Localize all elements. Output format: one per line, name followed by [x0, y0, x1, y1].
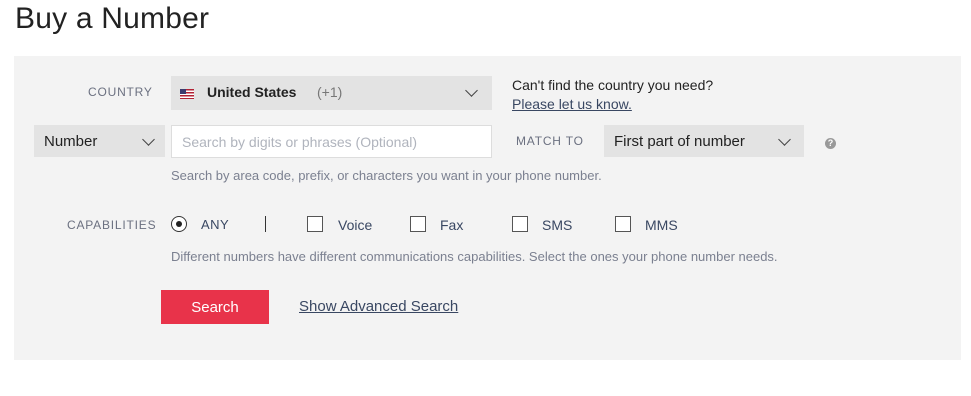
- capability-fax-label: Fax: [440, 217, 464, 233]
- capability-voice-checkbox[interactable]: [307, 216, 323, 232]
- page-title: Buy a Number: [15, 2, 210, 35]
- us-flag-icon: [180, 89, 194, 99]
- capabilities-help-text: Different numbers have different communi…: [171, 249, 778, 264]
- capability-mms-checkbox[interactable]: [615, 216, 631, 232]
- search-type-value: Number: [44, 133, 98, 150]
- advanced-search-link[interactable]: Show Advanced Search: [299, 298, 458, 315]
- country-code: (+1): [317, 84, 343, 100]
- divider: [265, 216, 266, 232]
- radio-selected-dot: [176, 221, 182, 227]
- chevron-down-icon: [465, 84, 478, 97]
- capability-any-radio[interactable]: [171, 216, 187, 232]
- contact-link[interactable]: Please let us know.: [512, 96, 632, 112]
- capabilities-label: CAPABILITIES: [67, 218, 157, 232]
- country-label: COUNTRY: [88, 85, 153, 99]
- country-name: United States: [207, 84, 297, 100]
- country-select[interactable]: United States (+1): [171, 76, 492, 110]
- help-question: Can't find the country you need?: [512, 77, 714, 93]
- capability-fax-checkbox[interactable]: [410, 216, 426, 232]
- capability-mms-label: MMS: [645, 217, 678, 233]
- search-button[interactable]: Search: [161, 290, 269, 324]
- search-input[interactable]: [171, 125, 492, 158]
- match-to-select[interactable]: First part of number: [604, 125, 804, 157]
- capability-voice-label: Voice: [338, 217, 373, 233]
- capability-any-label: ANY: [201, 217, 230, 232]
- chevron-down-icon: [142, 133, 155, 146]
- search-type-select[interactable]: Number: [34, 125, 165, 157]
- help-icon[interactable]: ?: [825, 138, 836, 149]
- chevron-down-icon: [778, 133, 791, 146]
- capability-sms-checkbox[interactable]: [512, 216, 528, 232]
- match-to-label: MATCH TO: [516, 134, 584, 148]
- search-help-text: Search by area code, prefix, or characte…: [171, 168, 602, 183]
- capability-sms-label: SMS: [542, 217, 573, 233]
- match-to-value: First part of number: [614, 133, 745, 150]
